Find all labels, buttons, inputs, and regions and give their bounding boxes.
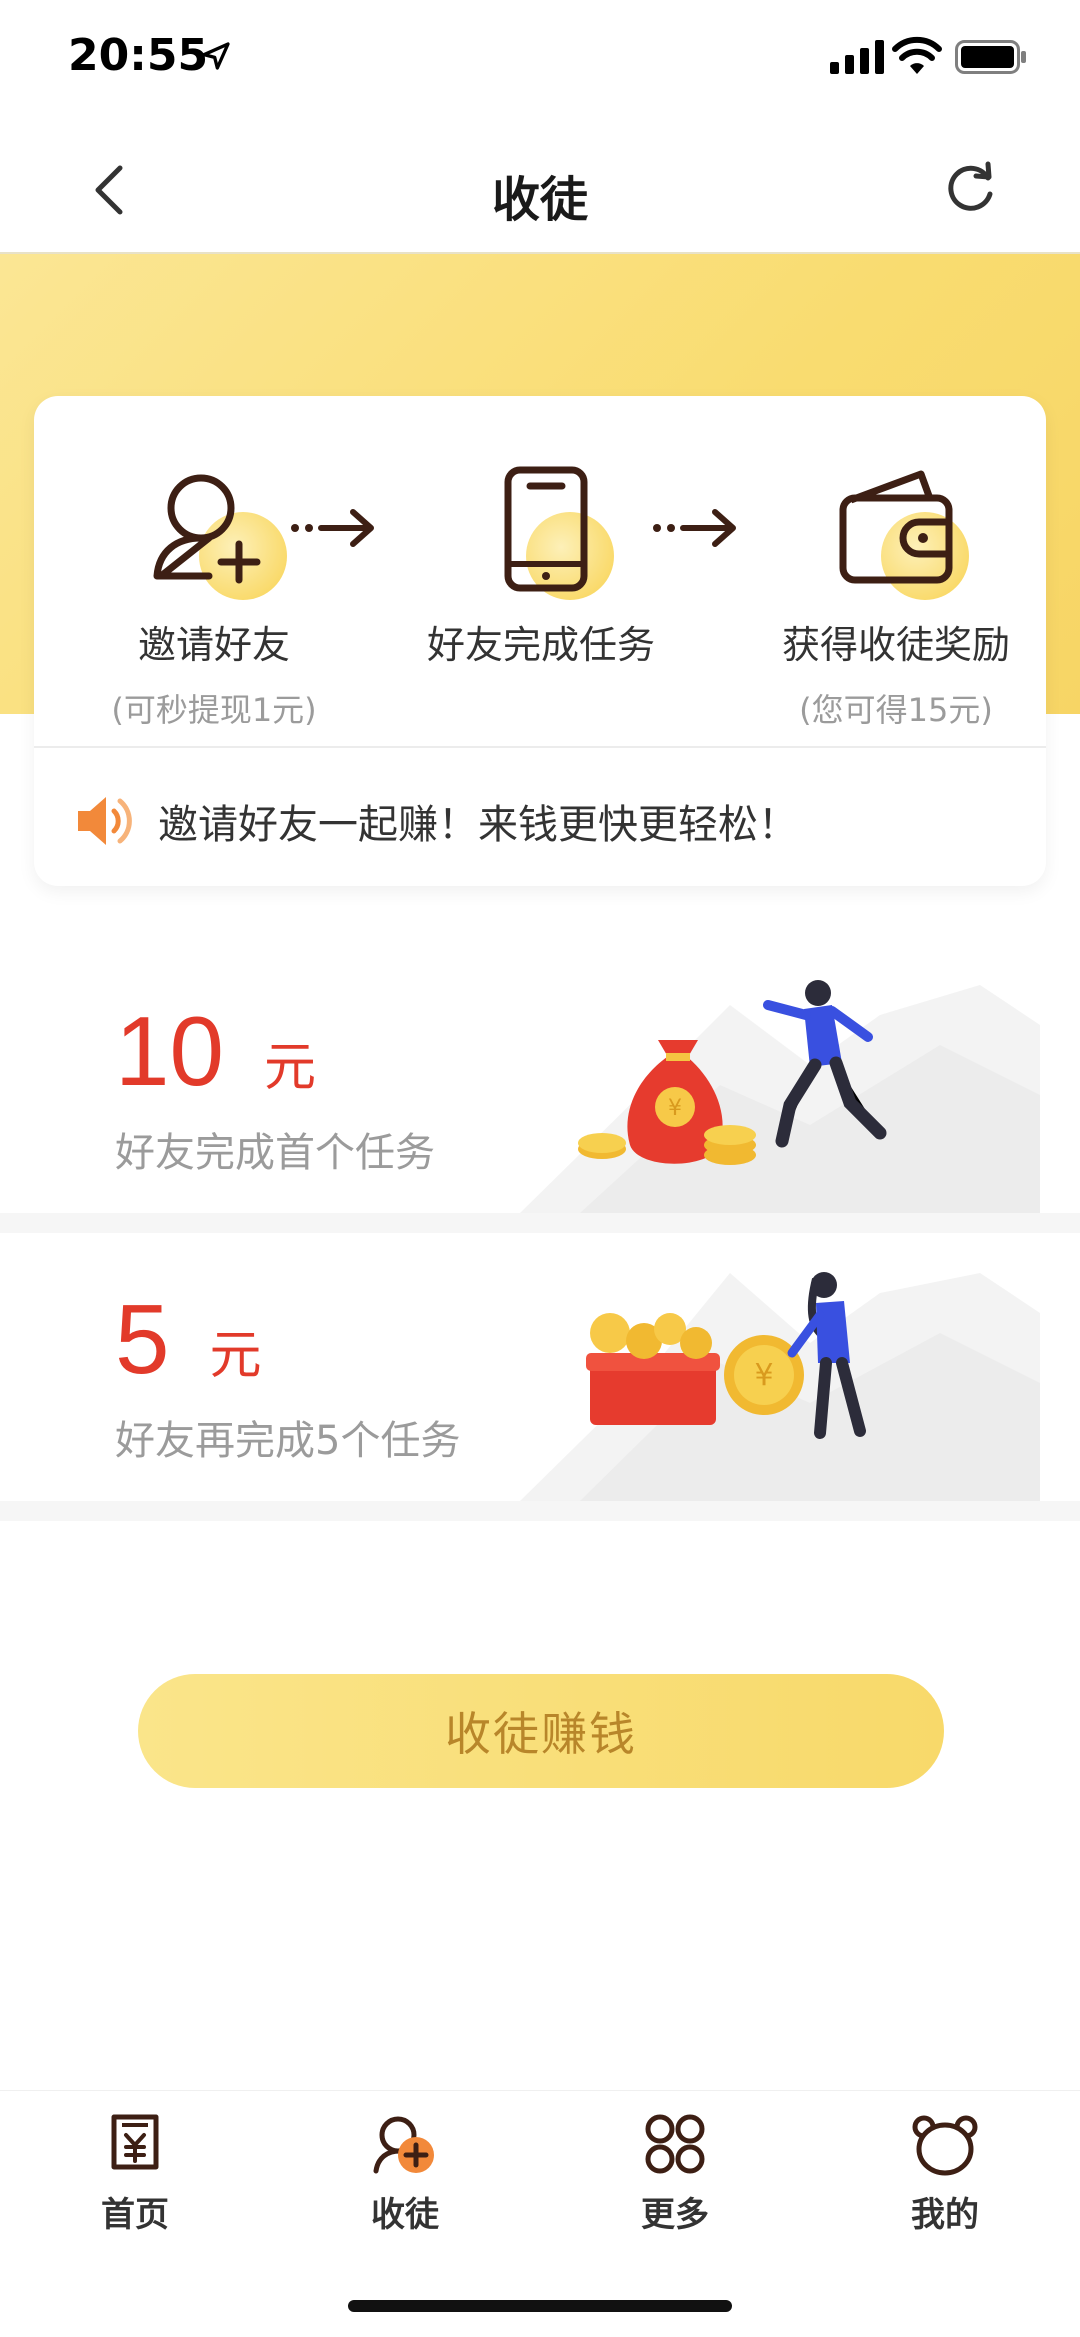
arrow-right-icon [291,509,374,547]
notice-text: 邀请好友一起赚！来钱更快更轻松！ [158,802,798,848]
reward-amount-value: 5 [115,1284,170,1394]
tab-label: 我的 [911,2195,979,2235]
section-separator [0,1213,1080,1233]
reward-amount: 5 元 [115,1283,262,1396]
tab-more[interactable]: 更多 [575,2109,775,2236]
status-bar: 20:55 [0,0,1080,120]
money-bag-runner-illustration: ¥ [520,980,1040,1213]
arrow-right-icon [653,509,736,547]
step-label: 邀请好友 [137,623,290,667]
grid-more-icon [645,2114,705,2174]
wifi-icon [892,36,942,74]
page-title: 收徒 [491,172,588,228]
tab-mine[interactable]: 我的 [845,2109,1045,2236]
step-sub: (可秒提现1元) [111,691,317,729]
wallet-icon [839,470,953,584]
add-user-icon [153,474,261,584]
notice-bar: 邀请好友一起赚！来钱更快更轻松！ [74,786,798,856]
coin-box-woman-illustration: ¥ [520,1272,1040,1501]
reward-description: 好友完成首个任务 [115,1130,435,1176]
tab-label: 首页 [101,2195,169,2235]
tab-label: 收徒 [371,2195,439,2235]
step-friend-task: 好友完成任务 [411,456,671,685]
reward-amount-unit: 元 [264,1038,317,1098]
reward-amount-value: 10 [115,996,225,1106]
tab-home[interactable]: 首页 [35,2109,235,2236]
phone-icon [504,466,588,592]
reward-description: 好友再完成5个任务 [115,1418,461,1464]
invite-process-card: 邀请好友 (可秒提现1元) 好友完成任务 获得收徒奖励 (您可得15元) 邀请好… [34,396,1046,886]
step-invite-friend: 邀请好友 (可秒提现1元) [84,456,344,731]
home-indicator [348,2300,732,2312]
step-label: 好友完成任务 [426,623,655,667]
refresh-icon[interactable] [942,160,998,216]
reward-row: 10 元 好友完成首个任务 ¥ [0,945,1080,1213]
nav-bar: 收徒 [0,120,1080,254]
recruit-earn-button-label: 收徒赚钱 [445,1707,637,1761]
reward-row: 5 元 好友再完成5个任务 ¥ [0,1233,1080,1501]
cellular-signal-icon [830,40,884,74]
bear-face-icon [912,2115,978,2176]
svg-text:¥: ¥ [754,1358,773,1393]
status-time: 20:55 [68,30,209,81]
speaker-icon [78,797,132,845]
reward-amount: 10 元 [115,995,316,1108]
battery-icon [955,40,1026,74]
section-separator [0,1501,1080,1521]
recruit-icon [373,2116,434,2174]
svg-text:¥: ¥ [668,1096,682,1121]
reward-amount-unit: 元 [209,1326,262,1386]
location-arrow-icon [202,42,230,70]
tab-recruit[interactable]: 收徒 [305,2109,505,2236]
divider [34,746,1046,748]
step-get-reward: 获得收徒奖励 (您可得15元) [766,456,1026,731]
tab-label: 更多 [641,2195,709,2235]
receipt-icon [111,2114,159,2170]
step-sub: (您可得15元) [799,691,993,729]
step-label: 获得收徒奖励 [781,623,1010,667]
recruit-earn-button[interactable]: 收徒赚钱 [138,1674,944,1788]
